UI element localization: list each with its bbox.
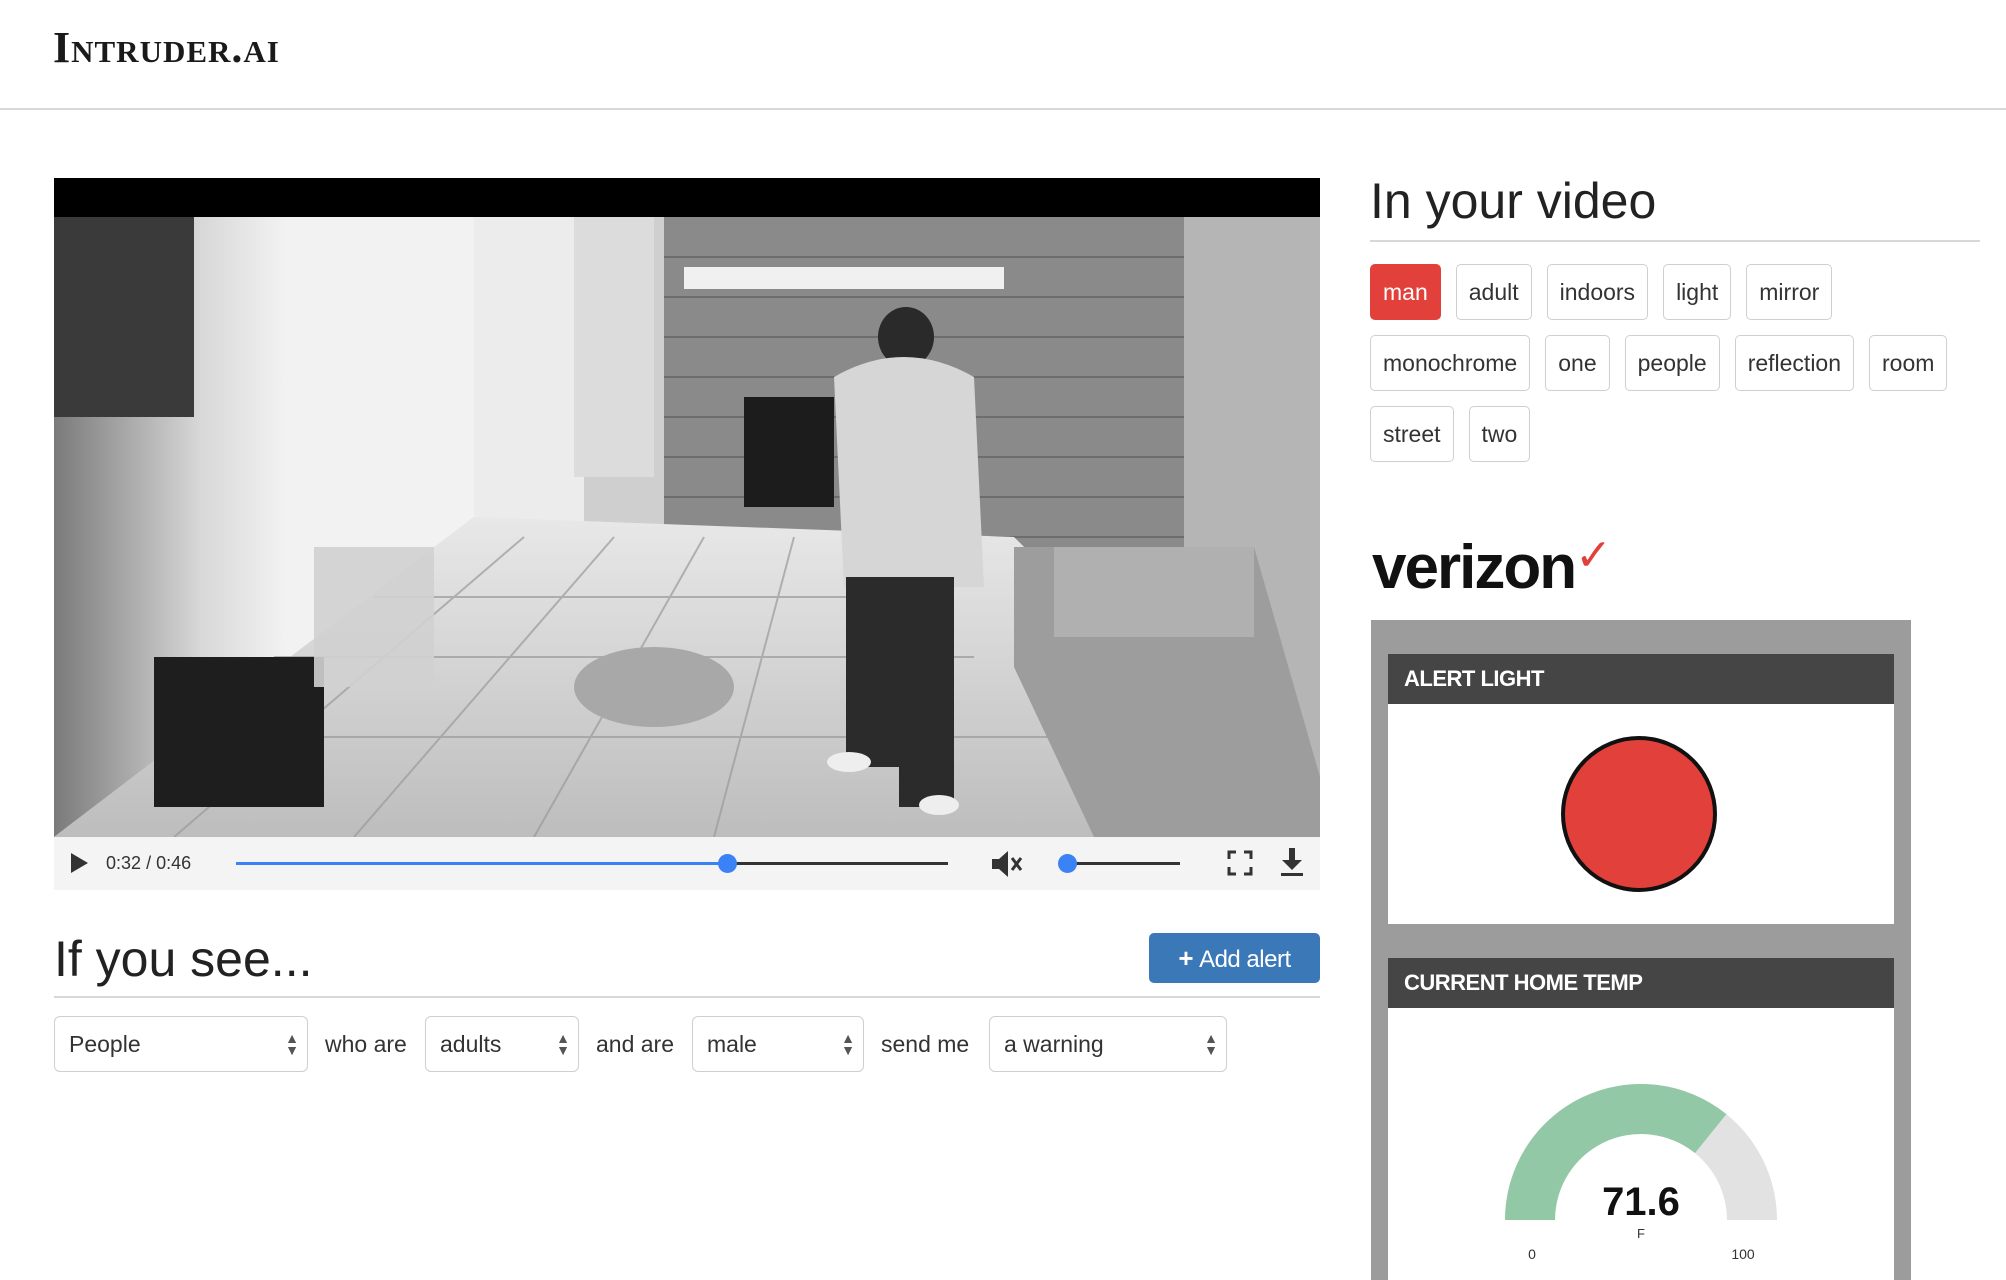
home-temp-title: CURRENT HOME TEMP (1388, 958, 1894, 1008)
video-still (54, 217, 1320, 837)
verizon-logo: verizon✓ (1372, 531, 1612, 603)
age-value: adults (440, 1031, 502, 1057)
video-frame[interactable] (54, 217, 1320, 837)
fullscreen-icon[interactable] (1226, 849, 1254, 877)
tag-two[interactable]: two (1468, 406, 1531, 462)
time-current: 0:32 (106, 853, 142, 873)
temp-value: 71.6 (1602, 1180, 1680, 1224)
tag-one[interactable]: one (1545, 335, 1610, 391)
tag-mirror[interactable]: mirror (1746, 264, 1833, 320)
tag-reflection[interactable]: reflection (1734, 335, 1855, 391)
select-arrows-icon: ▲ ▼ (285, 1030, 299, 1058)
tag-room[interactable]: room (1869, 335, 1948, 391)
video-controls: 0:32 / 0:46 (54, 837, 1320, 890)
action-value: a warning (1004, 1031, 1104, 1057)
plus-icon: + (1178, 943, 1194, 973)
age-select[interactable]: adults ▲ ▼ (425, 1016, 579, 1072)
seek-handle[interactable] (718, 854, 738, 873)
tag-people[interactable]: people (1624, 335, 1720, 391)
text-who-are: who are (325, 1031, 407, 1057)
text-and-are: and are (596, 1031, 675, 1057)
temp-unit: F (1637, 1226, 1645, 1241)
tags-divider (1370, 240, 1980, 242)
select-arrows-icon: ▲ ▼ (1204, 1030, 1218, 1058)
video-player[interactable]: 0:32 / 0:46 (54, 178, 1320, 890)
muted-speaker-icon[interactable] (988, 847, 1024, 881)
subject-select[interactable]: People ▲ ▼ (54, 1016, 308, 1072)
gauge-min-label: 0 (1528, 1246, 1536, 1262)
gender-value: male (707, 1031, 757, 1057)
tag-monochrome[interactable]: monochrome (1370, 335, 1531, 391)
download-icon[interactable] (1278, 846, 1306, 878)
add-alert-label: Add alert (1199, 946, 1291, 973)
select-arrows-icon: ▲ ▼ (841, 1030, 855, 1058)
seek-bar[interactable] (236, 854, 948, 873)
select-arrows-icon: ▲ ▼ (556, 1030, 570, 1058)
tag-list: man adult indoors light mirror monochrome one p… (1370, 264, 1980, 462)
verizon-wordmark: verizon (1372, 533, 1577, 602)
gender-select[interactable]: male ▲ ▼ (692, 1016, 864, 1072)
alert-light-indicator[interactable] (1561, 736, 1717, 892)
gauge-max-label: 100 (1731, 1246, 1755, 1262)
video-letterbox (54, 178, 1320, 217)
home-temp-card: CURRENT HOME TEMP 71.6 F 0 100 (1388, 958, 1894, 1280)
tag-indoors[interactable]: indoors (1546, 264, 1649, 320)
volume-slider[interactable] (1058, 854, 1180, 873)
tags-title: In your video (1370, 173, 1657, 229)
subject-value: People (69, 1031, 141, 1057)
device-widgets: ALERT LIGHT CURRENT HOME TEMP 71.6 F 0 1… (1371, 620, 1911, 1280)
text-send-me: send me (881, 1031, 970, 1057)
time-display: 0:32 / 0:46 (106, 837, 191, 890)
time-total: 0:46 (156, 853, 192, 873)
top-bar: Intruder.ai (0, 0, 2006, 110)
brand-logo[interactable]: Intruder.ai (53, 22, 280, 73)
volume-handle[interactable] (1058, 854, 1077, 873)
tag-light[interactable]: light (1663, 264, 1732, 320)
rule-builder-title: If you see... (54, 931, 313, 987)
action-select[interactable]: a warning ▲ ▼ (989, 1016, 1227, 1072)
play-icon[interactable] (68, 851, 90, 875)
tag-street[interactable]: street (1370, 406, 1454, 462)
add-alert-button[interactable]: + Add alert (1149, 933, 1320, 983)
alert-light-title: ALERT LIGHT (1388, 654, 1894, 704)
verizon-check-icon: ✓ (1575, 531, 1612, 580)
alert-light-card: ALERT LIGHT (1388, 654, 1894, 924)
tag-adult[interactable]: adult (1455, 264, 1532, 320)
rule-builder-divider (54, 996, 1320, 998)
tag-man[interactable]: man (1370, 264, 1441, 320)
time-separator: / (146, 853, 152, 873)
